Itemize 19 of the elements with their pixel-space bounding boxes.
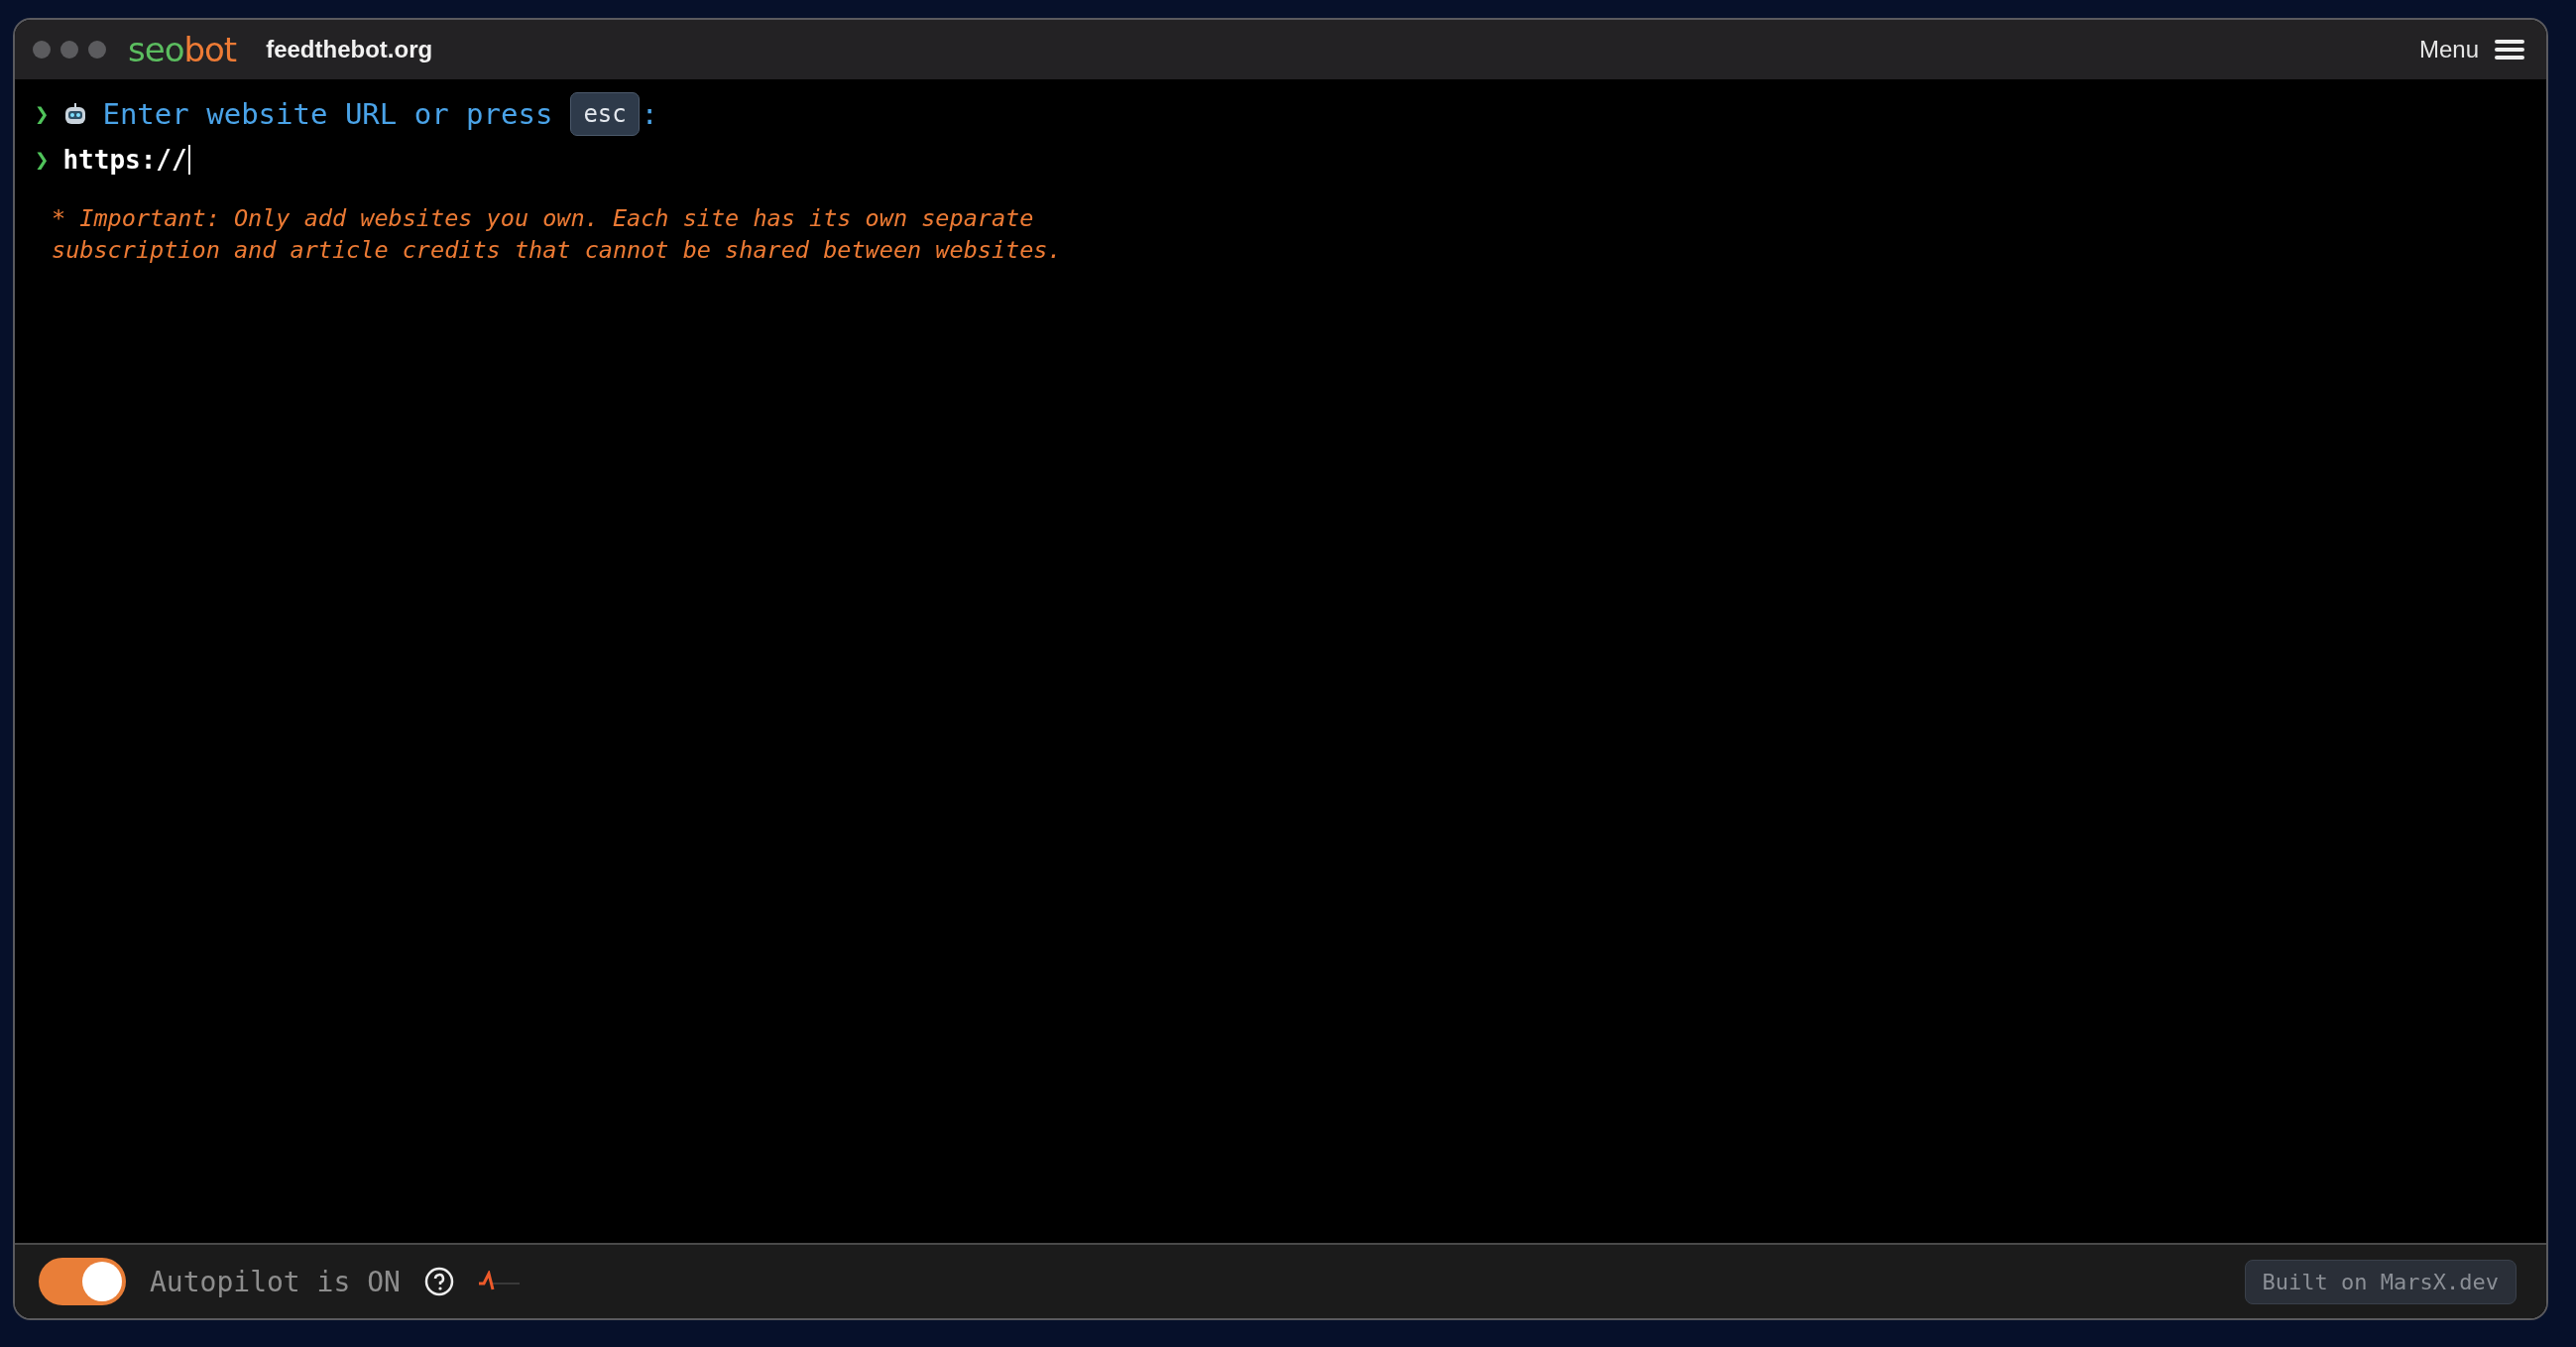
prompt-text: Enter website URL or press <box>102 97 553 131</box>
menu-icon <box>2495 39 2524 61</box>
autopilot-label: Autopilot is ON <box>150 1265 401 1298</box>
prompt-colon: : <box>641 97 658 131</box>
logo: seobot <box>128 30 237 69</box>
key-hint: esc <box>570 92 640 136</box>
help-icon[interactable] <box>423 1267 454 1296</box>
prompt-chevron: ❯ <box>35 100 50 128</box>
window-control-dot[interactable] <box>33 41 51 59</box>
warning-text: * Important: Only add websites you own. Each site has its own separate subscription and article credits that cannot be shared between websites. <box>52 203 1063 266</box>
site-name: feedthebot.org <box>266 36 433 63</box>
credit-link[interactable]: Built on MarsX.dev <box>2244 1259 2517 1304</box>
activity-icon <box>477 1271 520 1292</box>
window-control-dot[interactable] <box>60 41 78 59</box>
window-control-dot[interactable] <box>88 41 106 59</box>
menu-button[interactable]: Menu <box>2418 36 2524 63</box>
prompt-chevron: ❯ <box>35 146 50 174</box>
url-input[interactable]: https:// <box>62 145 190 175</box>
autopilot-toggle[interactable] <box>39 1258 126 1305</box>
